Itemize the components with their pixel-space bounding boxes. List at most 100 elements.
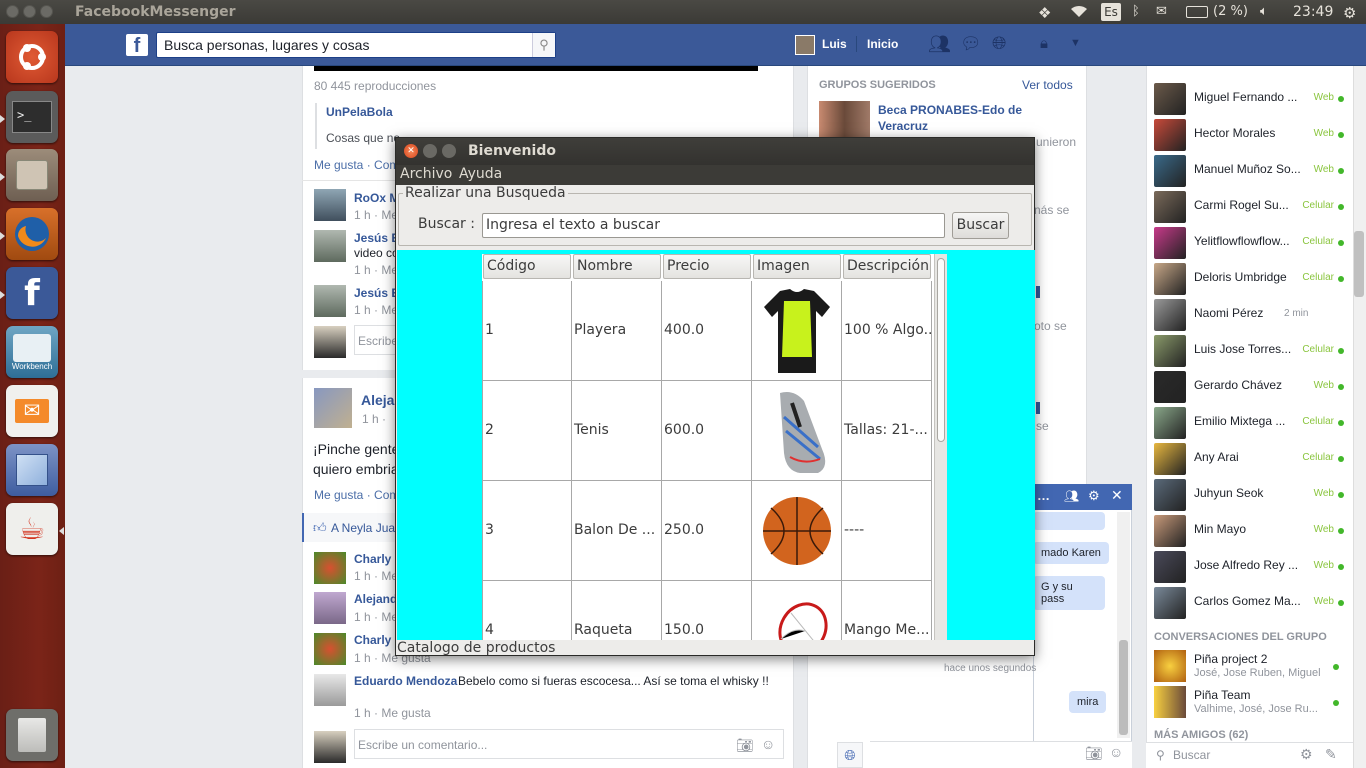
globe-icon[interactable]: 🌐︎	[837, 742, 863, 768]
see-all-link[interactable]: Ver todos	[1022, 78, 1073, 92]
table-cell-code[interactable]: 4	[482, 581, 572, 640]
chat-friend-item[interactable]: Luis Jose Torres... Celular	[1154, 333, 1349, 369]
comment-author[interactable]: Charly	[354, 633, 391, 647]
chat-friend-item[interactable]: Miguel Fernando ... Web	[1154, 81, 1349, 117]
window-close-button[interactable]	[6, 5, 19, 18]
chat-friend-item[interactable]: Carmi Rogel Su... Celular	[1154, 189, 1349, 225]
minimize-icon[interactable]	[423, 144, 437, 158]
mail-app-icon[interactable]: ✉	[6, 385, 58, 437]
virtualbox-icon[interactable]	[6, 444, 58, 496]
trash-icon[interactable]	[6, 709, 58, 761]
facebook-logo-icon[interactable]: f	[126, 34, 148, 57]
settings-gear-icon[interactable]: ⚙	[1300, 746, 1313, 763]
home-link[interactable]: Inicio	[867, 37, 898, 51]
fb-search-input[interactable]: Busca personas, lugares y cosas	[156, 32, 556, 58]
chat-friend-item[interactable]: Any Arai Celular	[1154, 441, 1349, 477]
like-comment-links[interactable]: Me gusta · Com	[314, 158, 399, 172]
table-cell-desc[interactable]: ----	[842, 481, 932, 581]
battery-icon[interactable]	[1186, 6, 1208, 18]
table-row[interactable]: 2 Tenis 600.0 Tallas: 21-...	[482, 381, 932, 481]
table-cell-name[interactable]: Playera	[572, 281, 662, 381]
chat-friend-item[interactable]: Manuel Muñoz So... Web	[1154, 153, 1349, 189]
avatar[interactable]	[314, 388, 352, 428]
table-cell-image[interactable]	[752, 581, 842, 640]
group-conversation-name[interactable]: Piña Team	[1194, 688, 1250, 702]
close-icon[interactable]: ✕	[404, 144, 418, 158]
wifi-icon[interactable]	[1070, 4, 1088, 22]
avatar[interactable]	[314, 674, 346, 706]
chat-friend-item[interactable]: Hector Morales Web	[1154, 117, 1349, 153]
column-header-imagen[interactable]: Imagen	[753, 254, 841, 279]
window-minimize-button[interactable]	[23, 5, 36, 18]
likes-summary[interactable]: A Neyla Jua	[331, 521, 395, 535]
comment-author[interactable]: Charly	[354, 552, 391, 566]
search-icon[interactable]: ⚲	[532, 33, 555, 57]
chat-friend-item[interactable]: Naomi Pérez 2 min	[1154, 297, 1349, 333]
table-cell-code[interactable]: 2	[482, 381, 572, 481]
table-cell-name[interactable]: Tenis	[572, 381, 662, 481]
clock[interactable]: 23:49	[1293, 4, 1333, 20]
like-comment-links[interactable]: Me gusta · Com	[314, 488, 399, 502]
volume-icon[interactable]: 🔈︎	[1260, 4, 1268, 19]
comment-input[interactable]: Escribe un comentario...	[354, 729, 784, 759]
table-cell-name[interactable]: Balon De ...	[572, 481, 662, 581]
avatar[interactable]	[1154, 686, 1186, 718]
chat-friend-item[interactable]: Deloris Umbridge Celular	[1154, 261, 1349, 297]
avatar[interactable]	[314, 230, 346, 262]
chat-friend-item[interactable]: Yelitflowflowflow... Celular	[1154, 225, 1349, 261]
chevron-down-icon[interactable]: ▼	[1070, 37, 1081, 49]
compose-icon[interactable]: ✎	[1325, 746, 1337, 763]
maximize-icon[interactable]	[442, 144, 456, 158]
search-button[interactable]: Buscar	[952, 212, 1009, 239]
avatar[interactable]	[314, 552, 346, 584]
bluetooth-icon[interactable]: ᛒ	[1132, 4, 1140, 19]
window-maximize-button[interactable]	[40, 5, 53, 18]
file-manager-icon[interactable]	[6, 149, 58, 201]
table-row[interactable]: 3 Balon De ... 250.0 ----	[482, 481, 932, 581]
chat-friend-item[interactable]: Gerardo Chávez Web	[1154, 369, 1349, 405]
camera-icon[interactable]: 📷︎	[1085, 745, 1103, 762]
table-cell-image[interactable]	[752, 381, 842, 481]
sidebar-scrollbar[interactable]	[1353, 66, 1366, 768]
table-cell-desc[interactable]: Tallas: 21-...	[842, 381, 932, 481]
video-player[interactable]	[314, 66, 758, 71]
camera-icon[interactable]: 📷︎	[736, 737, 754, 754]
close-icon[interactable]: ✕	[1111, 487, 1123, 504]
comment-author[interactable]: Jesús E	[354, 286, 399, 300]
mysql-workbench-icon[interactable]: Workbench	[6, 326, 58, 378]
chat-friend-item[interactable]: Emilio Mixtega ... Celular	[1154, 405, 1349, 441]
table-cell-code[interactable]: 3	[482, 481, 572, 581]
chat-search-input[interactable]: Buscar	[1173, 748, 1210, 762]
facebook-icon[interactable]: f	[6, 267, 58, 319]
chat-friend-item[interactable]: Min Mayo Web	[1154, 513, 1349, 549]
table-scrollbar[interactable]	[934, 254, 947, 640]
table-row[interactable]: 1 Playera 400.0 100 % Algo...	[482, 281, 932, 381]
table-cell-image[interactable]	[752, 281, 842, 381]
chat-friend-item[interactable]: Jose Alfredo Rey ... Web	[1154, 549, 1349, 585]
table-cell-price[interactable]: 400.0	[662, 281, 752, 381]
post-author[interactable]: Aleja	[361, 392, 394, 408]
group-name-link[interactable]: Beca PRONABES-Edo de Veracruz	[878, 102, 1058, 134]
keyboard-layout-indicator[interactable]: Es	[1101, 3, 1121, 21]
table-cell-code[interactable]: 1	[482, 281, 572, 381]
avatar[interactable]	[314, 633, 346, 665]
table-cell-image[interactable]	[752, 481, 842, 581]
terminal-icon[interactable]: >_	[6, 91, 58, 143]
java-icon[interactable]: ☕︎	[6, 503, 58, 555]
emoji-icon[interactable]: ☺	[1109, 744, 1123, 760]
column-header-descripcion[interactable]: Descripción	[843, 254, 931, 279]
scrollbar-thumb[interactable]	[937, 258, 945, 442]
gear-icon[interactable]: ⚙	[1088, 488, 1100, 504]
table-cell-price[interactable]: 600.0	[662, 381, 752, 481]
avatar[interactable]	[314, 592, 346, 624]
menu-ayuda[interactable]: Ayuda	[459, 166, 502, 182]
column-header-precio[interactable]: Precio	[663, 254, 751, 279]
comment-author[interactable]: RoOx M	[354, 191, 399, 205]
gear-icon[interactable]: ⚙	[1343, 4, 1356, 22]
table-cell-name[interactable]: Raqueta	[572, 581, 662, 640]
ubuntu-dash-icon[interactable]	[6, 31, 58, 83]
avatar[interactable]	[1154, 650, 1186, 682]
firefox-icon[interactable]	[6, 208, 58, 260]
messages-icon[interactable]: 💬︎	[960, 34, 982, 54]
notifications-icon[interactable]: 🌐︎	[992, 33, 1006, 54]
